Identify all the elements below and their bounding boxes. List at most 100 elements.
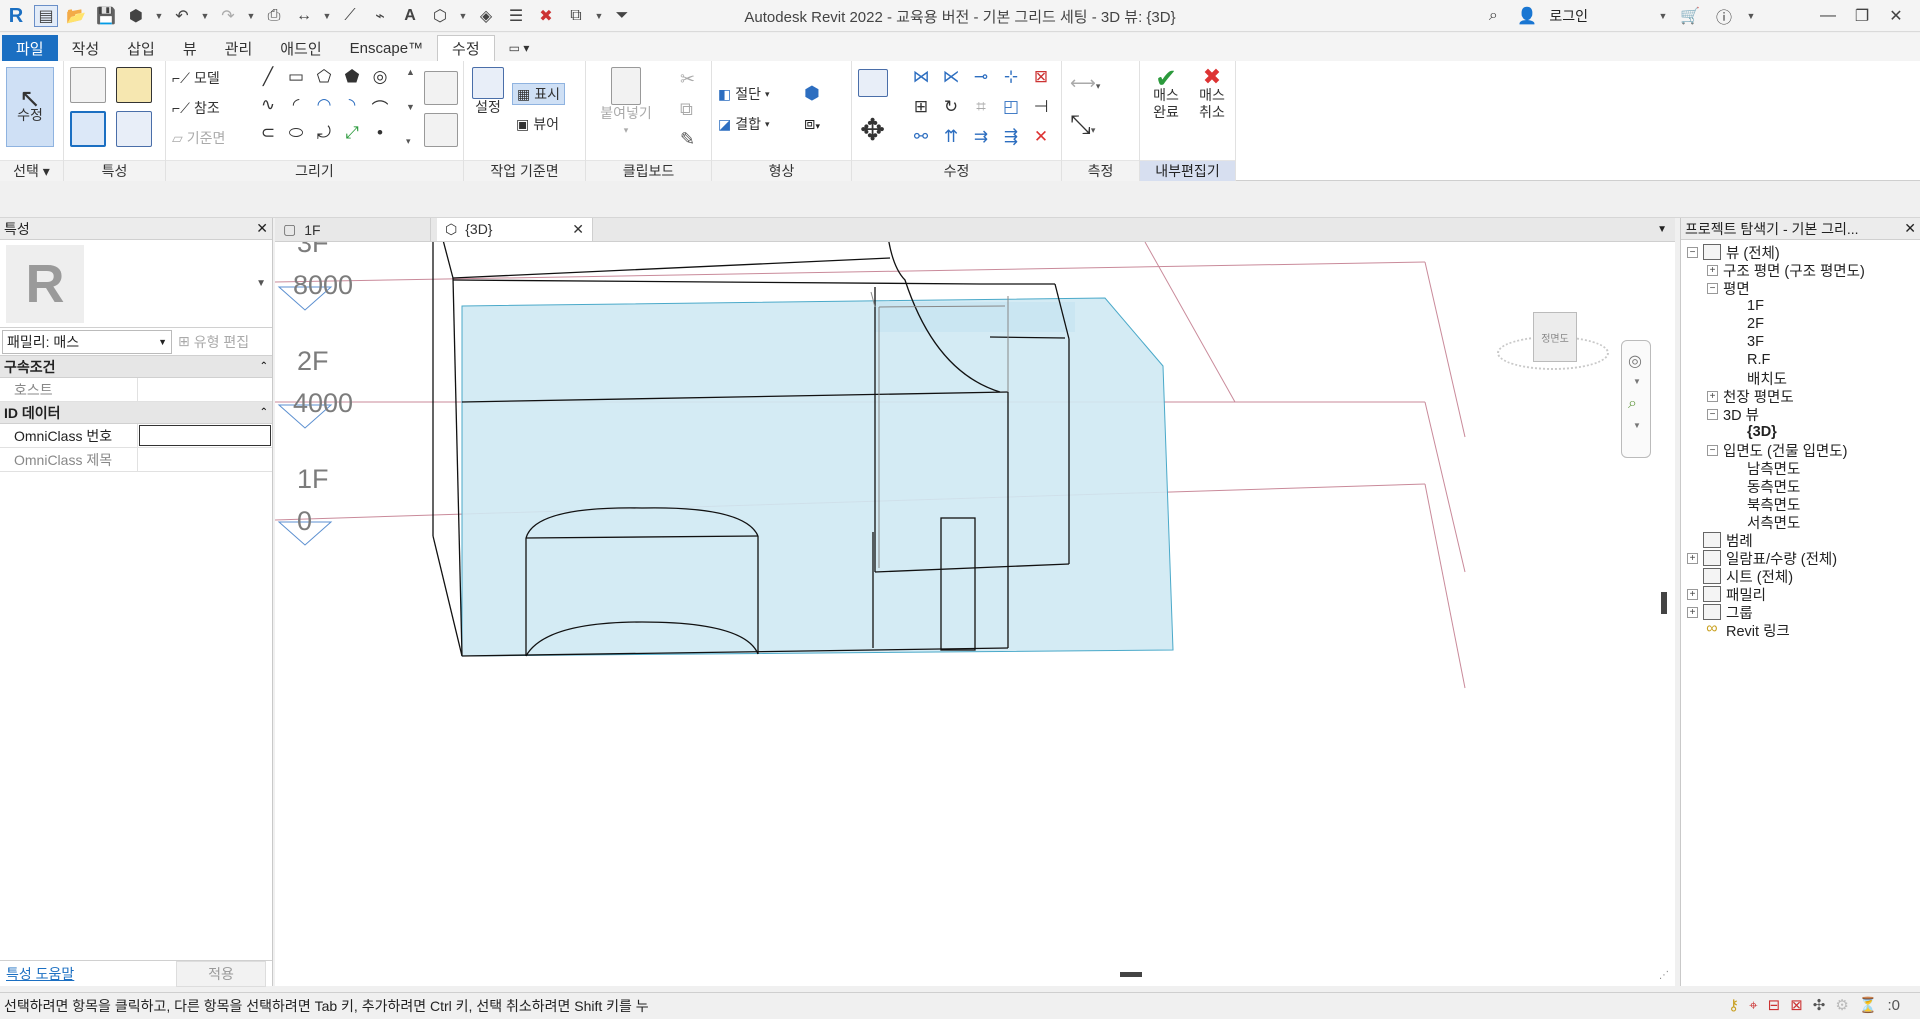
dimension-icon[interactable]: ⤡▾ [1070, 109, 1095, 141]
mirror-axis-icon[interactable]: ⋈ [906, 67, 936, 97]
level-3f-elevation[interactable]: 8000 [293, 270, 353, 301]
circle-icon[interactable]: ◎ [366, 67, 394, 95]
cancel-mass-button[interactable]: ✖ 매스 취소 [1190, 66, 1234, 121]
close-icon[interactable]: ✕ [256, 220, 268, 237]
tab-enscape[interactable]: Enscape™ [336, 35, 437, 61]
cart-icon[interactable]: 🛒 [1678, 5, 1702, 27]
type-properties-icon[interactable] [70, 67, 106, 103]
scale-icon[interactable]: ⌗ [966, 97, 996, 127]
search-binoculars-icon[interactable]: ⌕ [1481, 5, 1505, 27]
properties-help-link[interactable]: 특성 도움말 [6, 964, 74, 984]
arc-icon[interactable]: ◜ [282, 95, 310, 123]
tab-view[interactable]: 뷰 [169, 35, 211, 61]
expand-icon[interactable]: + [1687, 552, 1698, 564]
expand-icon[interactable]: + [1687, 606, 1698, 618]
spline-icon[interactable]: ∿ [254, 95, 282, 123]
offset-icon[interactable]: ⊸ [966, 67, 996, 97]
close-icon[interactable]: ✕ [1884, 5, 1908, 27]
family-filter-dropdown[interactable]: 패밀리: 매스 ▼ [2, 329, 172, 354]
3d-view-canvas[interactable]: 3F 3F 8000 2F 4000 1F 0 정면도 ◎ ▼ ⌕ ▼ ⋰ [275, 242, 1675, 986]
array-icon[interactable]: ⊞ [906, 97, 936, 127]
set-workplane-button[interactable]: 설정 [470, 67, 506, 116]
type-selector-icon[interactable] [116, 111, 152, 147]
view-tab-3d[interactable]: ⬡ {3D} ✕ [437, 218, 593, 241]
copy-element-icon[interactable]: ⚯ [906, 127, 936, 157]
tab-insert[interactable]: 삽입 [113, 35, 169, 61]
pick-lines-icon[interactable]: ⤾ [310, 123, 338, 151]
zoom-region-icon[interactable]: ⌕ [1628, 395, 1637, 413]
circumscribed-polygon-icon[interactable]: ⬟ [338, 67, 366, 95]
delete-icon[interactable]: ✕ [1026, 127, 1056, 157]
partial-ellipse-icon[interactable]: ⊂ [254, 123, 282, 151]
model-line-button[interactable]: ⌐⟋ 모델 [172, 67, 220, 89]
chevron-down-icon[interactable]: ▼ [1746, 5, 1756, 27]
chevron-down-icon[interactable]: ▼ [1633, 377, 1641, 386]
point-element-icon[interactable]: • [366, 123, 394, 151]
tab-modify[interactable]: 수정 [437, 35, 495, 61]
ellipse-icon[interactable]: ⬭ [282, 123, 310, 151]
edit-type-button[interactable]: ⊞ 유형 편집 [178, 332, 249, 352]
paint-icon[interactable]: ⬢ [804, 83, 820, 104]
paste-button[interactable]: 붙여넣기 ▾ [594, 67, 658, 139]
split-face-icon[interactable]: ⧈▾ [804, 113, 820, 134]
trim-extend-icon[interactable]: ⇈ [936, 127, 966, 157]
extend-icon[interactable]: ⇉ [966, 127, 996, 157]
expand-icon[interactable]: + [1687, 588, 1698, 600]
tree-item[interactable]: 1F [1747, 296, 1764, 316]
trim-icon[interactable]: ◰ [996, 97, 1026, 127]
polygon-icon[interactable]: ⬠ [310, 67, 338, 95]
ribbon-display-toggle[interactable]: ▭ ▾ [495, 35, 544, 61]
tree-item[interactable]: ∞ Revit 링크 [1687, 620, 1789, 640]
collapse-icon[interactable]: − [1707, 444, 1718, 456]
view-tab-1f[interactable]: ▢ 1F [275, 218, 431, 241]
expand-icon[interactable]: + [1707, 390, 1718, 402]
vertical-scrollbar-thumb[interactable] [1661, 592, 1667, 614]
viewcube[interactable]: 정면도 [1497, 310, 1609, 380]
user-icon[interactable]: 👤 [1515, 5, 1539, 27]
properties-palette-icon[interactable] [70, 111, 106, 147]
category-constraints[interactable]: 구속조건 ⌃ [0, 356, 272, 378]
tab-create[interactable]: 작성 [58, 35, 114, 61]
tree-item[interactable]: 3F [1747, 332, 1764, 352]
minimize-icon[interactable]: — [1816, 5, 1840, 27]
move-icon[interactable]: ✥ [860, 113, 885, 148]
collapse-icon[interactable]: − [1707, 282, 1718, 294]
tree-item[interactable]: 서측면도 [1747, 512, 1800, 532]
background-process-icon[interactable]: ⚙ [1835, 996, 1848, 1014]
match-properties-icon[interactable]: ✎ [680, 129, 695, 150]
view-tabs-menu-icon[interactable]: ▼ [1649, 218, 1675, 241]
fillet-arc-icon[interactable]: ⌒ [366, 95, 394, 123]
category-id-data[interactable]: ID 데이터 ⌃ [0, 402, 272, 424]
select-underlay-icon[interactable]: ⌖ [1749, 997, 1757, 1014]
modify-button[interactable]: ↖ 수정 [6, 67, 54, 147]
level-2f-name[interactable]: 2F [297, 346, 329, 377]
close-icon[interactable]: ✕ [572, 221, 584, 238]
level-1f-elevation[interactable]: 0 [297, 506, 312, 537]
omniclass-number-field[interactable] [139, 425, 271, 446]
level-1f-name[interactable]: 1F [297, 464, 329, 495]
select-links-icon[interactable]: ⚷ [1728, 996, 1739, 1014]
apply-button[interactable]: 적용 [176, 960, 266, 987]
level-3f-name[interactable]: 3F [297, 242, 329, 259]
filter-icon[interactable]: ⏳ [1859, 996, 1878, 1014]
collapse-icon[interactable]: − [1707, 408, 1718, 420]
workplane-viewer-button[interactable]: ▣ 뷰어 [512, 113, 563, 135]
unpin-icon[interactable]: ⊠ [1026, 67, 1056, 97]
drag-on-selection-icon[interactable]: ✣ [1813, 996, 1826, 1014]
restore-icon[interactable]: ❐ [1850, 5, 1874, 27]
login-button[interactable]: 로그인 [1549, 6, 1588, 26]
cut-icon[interactable]: ✂ [680, 69, 695, 90]
split-icon[interactable]: ⊹ [996, 67, 1026, 97]
pin-icon[interactable]: ⊣ [1026, 97, 1056, 127]
tab-addins[interactable]: 애드인 [266, 35, 335, 61]
type-selector[interactable]: R ▼ [0, 240, 272, 328]
tree-item[interactable]: − 평면 [1707, 278, 1750, 298]
ref-plane-button[interactable]: ▱ 기준면 [172, 127, 225, 149]
tree-item[interactable]: −3D 뷰 [1707, 404, 1759, 424]
select-by-face-icon[interactable]: ⊠ [1790, 996, 1803, 1014]
cut-geometry-button[interactable]: ◧ 절단 ▾ [718, 83, 770, 105]
close-icon[interactable]: ✕ [1904, 220, 1916, 237]
gallery-scroll[interactable]: ▲ ▼ ▾ [406, 67, 418, 147]
steering-wheel-icon[interactable]: ◎ [1628, 351, 1642, 371]
tab-file[interactable]: 파일 [2, 35, 58, 61]
